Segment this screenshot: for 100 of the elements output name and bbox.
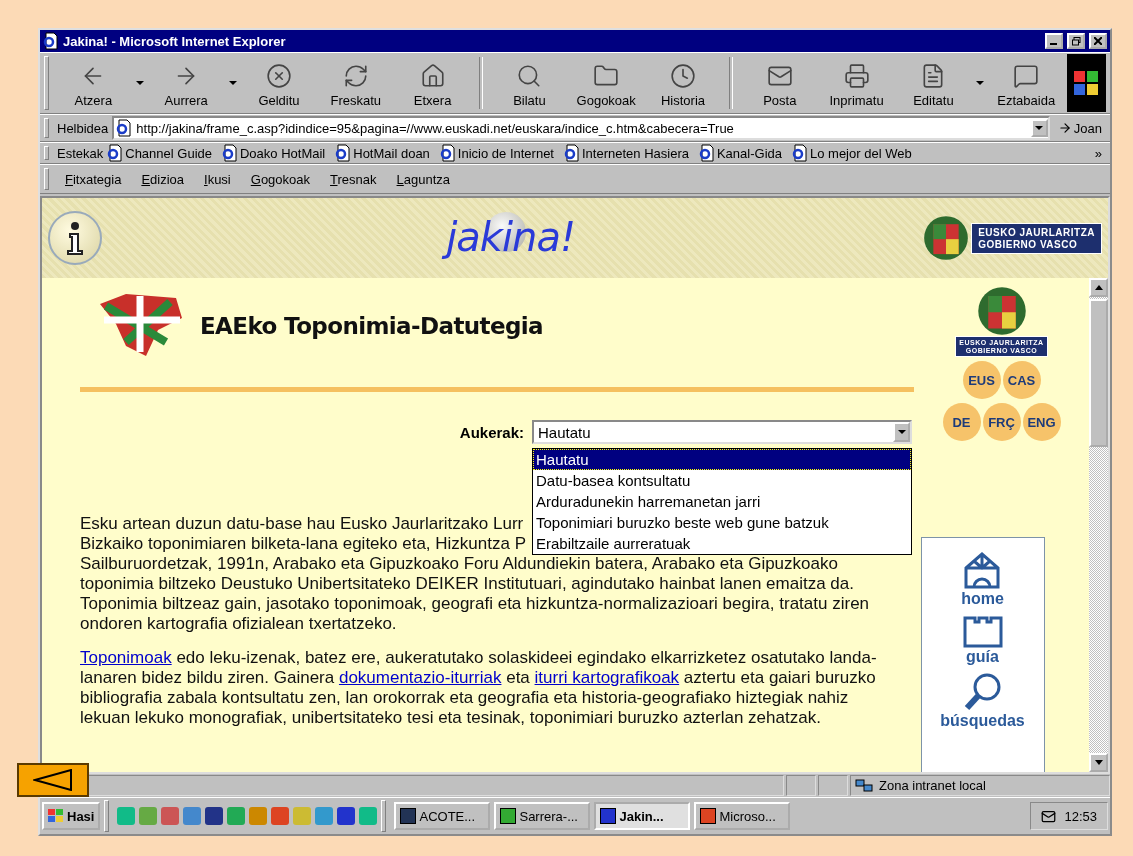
app-icon[interactable]: [337, 807, 356, 825]
links-label: Estekak: [57, 145, 104, 161]
back-button[interactable]: [17, 763, 89, 797]
minimize-button[interactable]: [1045, 33, 1063, 49]
toolbar-button[interactable]: Posta: [743, 54, 817, 112]
toolbar-button[interactable]: Gelditu: [242, 54, 316, 112]
magnifier-icon: [962, 672, 1003, 712]
taskbar-button[interactable]: ACOTE...: [394, 802, 491, 830]
option-item[interactable]: Arduradunekin harremanetan jarri: [533, 491, 911, 512]
app-icon[interactable]: [205, 807, 224, 825]
language-button[interactable]: CAS: [1002, 361, 1041, 399]
down-arrow-icon: [1094, 760, 1103, 765]
address-field[interactable]: http://jakina/frame_c.asp?idindice=95&pagina=//www.euskadi.net/euskara/indice_c.htm&cabecera=True: [112, 116, 1050, 140]
options-select[interactable]: Hautatu: [532, 420, 912, 444]
window-title: Jakina! - Microsoft Internet Explorer: [63, 33, 287, 49]
link-button[interactable]: Lo mejor del Web: [792, 144, 918, 162]
dropdown-button[interactable]: [893, 422, 910, 442]
toolbar-button[interactable]: Editatu: [897, 54, 970, 112]
scroll-up-button[interactable]: [1089, 278, 1108, 297]
app-icon: [400, 808, 417, 824]
text-line: ondoren kartografia ofizialean txertatzeko.: [80, 614, 397, 634]
refresh-icon: [342, 63, 369, 89]
link[interactable]: Toponimoak: [80, 648, 172, 667]
toolbar-button[interactable]: Atzera: [56, 54, 130, 112]
coat-of-arms-icon: [976, 286, 1027, 336]
toolbar-button[interactable]: Bilatu: [493, 54, 566, 112]
clock: 12:53: [1064, 808, 1097, 824]
taskbar-button[interactable]: Microso...: [694, 802, 791, 830]
page-icon: [116, 119, 133, 137]
text-line: Toponimia biltzeaz gain, jasotako toponimoak, geografi eta hizkuntza-normalizazioari begira, tratatu ziren: [80, 594, 870, 614]
option-item[interactable]: Toponimiari buruzko beste web gune batzuk: [533, 512, 911, 533]
close-icon: [1094, 37, 1102, 45]
start-button[interactable]: Hasi: [42, 802, 101, 830]
toolbar-button[interactable]: Aurrera: [149, 54, 223, 112]
option-item[interactable]: Erabiltzaile aurreratuak: [533, 533, 911, 554]
link-button[interactable]: Doako HotMail: [222, 144, 332, 162]
stop-icon: [266, 63, 292, 89]
dropdown-button[interactable]: [1030, 119, 1048, 137]
scroll-thumb[interactable]: [1089, 299, 1108, 447]
text-line: Bizkaiko toponimiaren bilketa-lana egiteko eta, Hizkuntza P: [80, 534, 527, 554]
go-button[interactable]: Joan: [1053, 120, 1106, 136]
app-icon: [700, 808, 717, 824]
coat-of-arms-icon: [923, 215, 970, 261]
menu-item[interactable]: Edizioa: [133, 169, 192, 189]
language-button[interactable]: DE: [942, 403, 981, 441]
maximize-button[interactable]: [1067, 33, 1085, 49]
scroll-down-button[interactable]: [1089, 753, 1108, 772]
government-logo: EUSKO JAURLARITZA GOBIERNO VASCO: [971, 222, 1102, 254]
menu-item[interactable]: Tresnak: [322, 169, 385, 189]
info-icon[interactable]: [48, 211, 102, 265]
toolbar-button[interactable]: Freskatu: [319, 54, 393, 112]
book-icon: [962, 614, 1003, 648]
text-line: toponimia biltzeko Deustuko Unibertsitateko DEIKER Institutuari, agindutako hainbat lanen emaitza da.: [80, 574, 854, 594]
close-button[interactable]: [1089, 33, 1107, 49]
up-arrow-icon: [1094, 285, 1103, 290]
left-triangle-icon: [33, 769, 73, 791]
toolbar-button[interactable]: Etxera: [396, 54, 469, 112]
text-line: Esku artean duzun datu-base hau Eusko Jaurlaritzako Lurr: [80, 514, 524, 534]
menu-item[interactable]: Ikusi: [196, 169, 239, 189]
link-button[interactable]: Kanal-Gida: [698, 144, 788, 162]
more-links-button[interactable]: »: [1090, 145, 1106, 161]
nav-link[interactable]: home: [961, 550, 1004, 608]
option-item[interactable]: Datu-basea kontsultatu: [533, 470, 911, 491]
network-icon: [855, 778, 873, 793]
printer-icon: [843, 63, 870, 89]
caret-icon[interactable]: [135, 81, 144, 85]
link-button[interactable]: HotMail doan: [335, 144, 436, 162]
toolbar-button[interactable]: Eztabaida: [989, 54, 1063, 112]
caret-icon[interactable]: [228, 81, 237, 85]
page-icon: [43, 32, 59, 50]
nav-link[interactable]: búsquedas: [940, 672, 1025, 730]
scrollbar[interactable]: [1089, 278, 1108, 772]
house-icon: [962, 550, 1003, 590]
link[interactable]: dokumentazio-iturriak: [338, 668, 502, 687]
menu-item[interactable]: Laguntza: [388, 169, 459, 189]
toolbar-button[interactable]: Historia: [646, 54, 720, 112]
nav-link[interactable]: guía: [962, 614, 1003, 666]
text-line: Sailburuordetzak, 1991n, Arabako eta Gipuzkoako Foru Aldundiekin batera, Arabako eta Gipuzkoako: [80, 554, 838, 574]
app-icon: [600, 808, 617, 824]
app-icon: [500, 808, 517, 824]
mail-icon[interactable]: [1041, 808, 1057, 824]
taskbar-button[interactable]: Sarrera-...: [494, 802, 591, 830]
paragraph: Toponimoak edo leku-izenak, batez ere, aukeratutako solaskideei egindako elkarrizketez osatutako landa-lanaren bidez bildu ziren. Gainera dokumentazio-iturriak eta iturri kartografikoak aztertu eta gaiari buruzko bibliografia zabala kontsultatu zen, lan orokorrak eta geografia eta historia-geografiako hiztegiak nahiz lekuan lekuko monografiak, unibertsitateko tesi eta tesinak, toponimiari buruzko azterlan zehatzak.: [80, 648, 878, 728]
option-item[interactable]: Hautatu: [533, 449, 911, 470]
select-label: Aukerak:: [459, 423, 524, 441]
toolbar-button[interactable]: Gogokoak: [569, 54, 643, 112]
link-button[interactable]: Inicio de Internet: [439, 144, 560, 162]
language-button[interactable]: FRÇ: [982, 403, 1021, 441]
menu-item[interactable]: Gogokoak: [242, 169, 319, 189]
language-button[interactable]: EUS: [962, 361, 1001, 399]
link-button[interactable]: Interneten Hasiera: [564, 144, 695, 162]
menu-item[interactable]: Fitxategia: [57, 169, 130, 189]
taskbar-button[interactable]: Jakin...: [594, 802, 691, 830]
link[interactable]: iturri kartografikoak: [534, 668, 680, 687]
site-logo: jakina!: [442, 210, 583, 266]
caret-icon[interactable]: [975, 81, 984, 85]
windows-logo-icon: [1066, 54, 1106, 112]
link-button[interactable]: Channel Guide: [107, 144, 218, 162]
language-button[interactable]: ENG: [1022, 403, 1061, 441]
toolbar-button[interactable]: Inprimatu: [820, 54, 893, 112]
